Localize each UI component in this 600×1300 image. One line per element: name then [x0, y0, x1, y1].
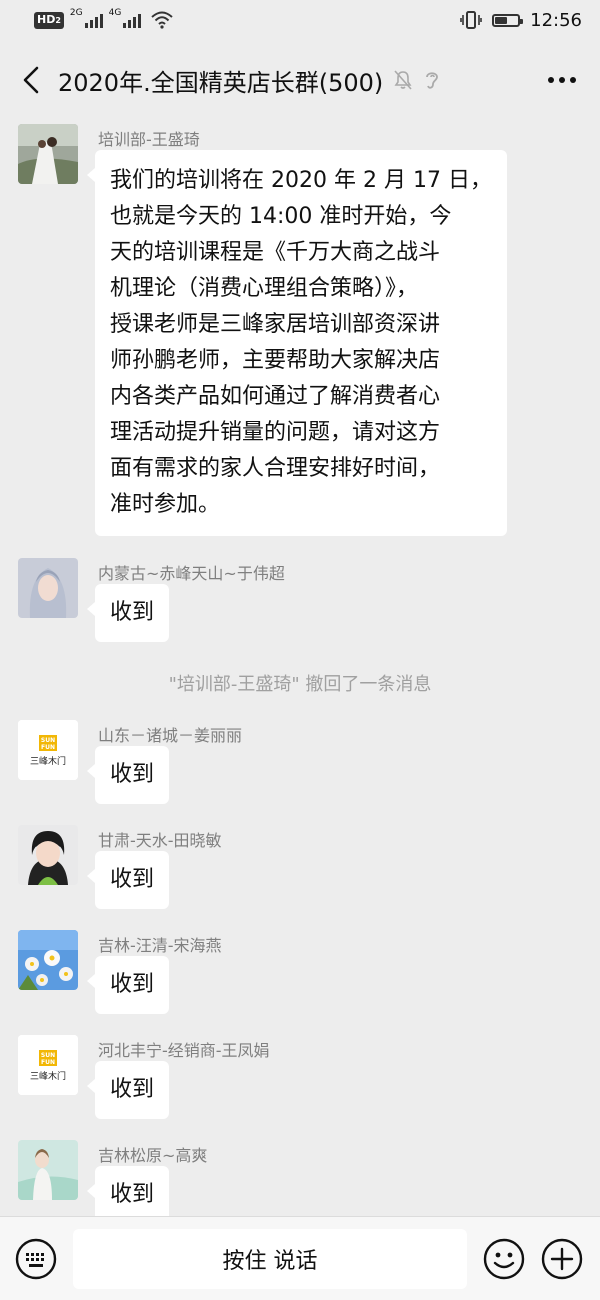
sender-name: 内蒙古~赤峰天山~于伟超 [98, 564, 285, 583]
vibrate-icon [460, 11, 482, 29]
more-functions-button[interactable] [540, 1237, 584, 1281]
avatar[interactable] [18, 558, 78, 618]
message-line: 理活动提升销量的问题，请对这方 [110, 420, 441, 445]
sender-name: 河北丰宁-经销商-王凤娟 [98, 1041, 270, 1060]
logo-text: SUN [41, 1052, 55, 1059]
status-bar: HD2 2G 4G 12:56 [0, 0, 600, 40]
sender-name: 甘肃-天水-田晓敏 [98, 831, 222, 850]
message-line: 也就是今天的 14:00 准时开始，今 [110, 204, 452, 229]
message-bubble[interactable]: 收到 [86, 1061, 170, 1119]
chevron-left-icon [23, 66, 39, 94]
message-bubble[interactable]: 收到 [86, 956, 170, 1014]
signal-icon [84, 12, 103, 28]
avatar[interactable] [18, 1140, 78, 1200]
message-line: 面有需求的家人合理安排好时间， [110, 456, 441, 481]
recall-notice: "培训部-王盛琦" 撤回了一条消息 [168, 674, 432, 695]
emoji-button[interactable] [482, 1237, 526, 1281]
earpiece-icon [426, 72, 439, 89]
emoji-icon [483, 1238, 525, 1280]
message-line: 我们的培训将在 2020 年 2 月 17 日， [110, 168, 492, 193]
sender-name: 培训部-王盛琦 [98, 130, 200, 149]
avatar[interactable]: SUN FUN 三峰木门 [18, 1035, 78, 1095]
message-line: 准时参加。 [110, 492, 221, 517]
sender-name: 吉林-汪清-宋海燕 [98, 936, 222, 955]
logo-text: FUN [41, 744, 55, 751]
plus-icon [541, 1238, 583, 1280]
avatar[interactable] [18, 825, 78, 885]
clock: 12:56 [530, 9, 582, 31]
input-bar: 按住 说话 [0, 1216, 600, 1300]
hold-to-talk-button[interactable]: 按住 说话 [73, 1229, 467, 1289]
message-bubble[interactable]: 我们的培训将在 2020 年 2 月 17 日， 也就是今天的 14:00 准时… [87, 150, 507, 536]
avatar[interactable] [18, 930, 78, 990]
logo-text: FUN [41, 1059, 55, 1066]
message-bubble[interactable]: 收到 [86, 851, 170, 909]
sender-name: 吉林松原~高爽 [98, 1146, 208, 1165]
more-options-button[interactable] [542, 60, 582, 100]
avatar[interactable]: SUN FUN 三峰木门 [18, 720, 78, 780]
chat-header: 2020年.全国精英店长群(500) [0, 40, 600, 120]
signal-icon [123, 12, 142, 28]
more-icon [548, 77, 576, 83]
back-button[interactable] [18, 60, 44, 100]
keyboard-toggle-button[interactable] [14, 1237, 58, 1281]
message-line: 师孙鹏老师，主要帮助大家解决店 [110, 348, 441, 373]
avatar[interactable] [18, 124, 78, 184]
message-bubble[interactable]: 收到 [86, 584, 170, 642]
sender-name: 山东－诸城－姜丽丽 [98, 726, 243, 745]
wifi-icon [151, 11, 173, 29]
message-line: 授课老师是三峰家居培训部资深讲 [110, 312, 441, 337]
message-line: 机理论（消费心理组合策略）》， [110, 276, 419, 301]
battery-icon [492, 13, 524, 27]
message-line: 天的培训课程是《千万大商之战斗 [110, 240, 441, 265]
mute-bell-icon [394, 70, 412, 90]
message-line: 内各类产品如何通过了解消费者心 [110, 384, 441, 409]
network-type-label: 4G [108, 7, 122, 18]
logo-text: 三峰木门 [30, 755, 66, 767]
network-type-label: 2G [69, 7, 83, 18]
hd-badge: HD2 [34, 11, 64, 29]
logo-text: 三峰木门 [30, 1070, 66, 1082]
page-title: 2020年.全国精英店长群(500) [58, 68, 384, 97]
logo-text: SUN [41, 737, 55, 744]
keyboard-icon [15, 1238, 57, 1280]
message-bubble[interactable]: 收到 [86, 746, 170, 804]
